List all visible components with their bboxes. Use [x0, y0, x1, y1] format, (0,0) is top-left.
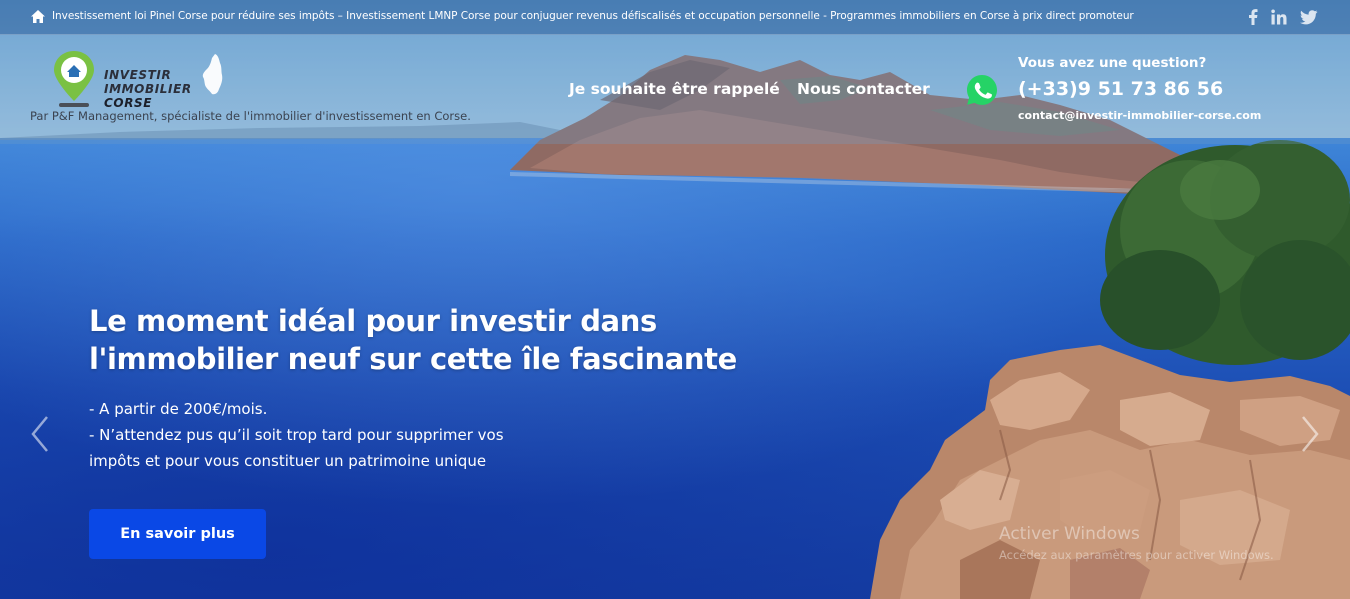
home-icon[interactable] — [30, 9, 46, 24]
hero-bullet-price: - A partir de 200€/mois. — [89, 400, 268, 418]
logo-line-1: INVESTIR — [104, 68, 172, 82]
logo-line-2: IMMOBILIER — [104, 82, 192, 96]
slider-prev-arrow-icon[interactable] — [28, 414, 52, 454]
slider-next-arrow-icon[interactable] — [1298, 414, 1322, 454]
windows-activation-subtitle: Accédez aux paramètres pour activer Wind… — [999, 548, 1274, 562]
windows-activation-title: Activer Windows — [999, 524, 1140, 544]
site-logo[interactable]: INVESTIR IMMOBILIER CORSE — [52, 49, 228, 110]
whatsapp-icon[interactable] — [966, 74, 998, 106]
top-info-bar: Investissement loi Pinel Corse pour rédu… — [0, 0, 1350, 35]
question-label: Vous avez une question? — [1018, 55, 1207, 71]
facebook-icon[interactable] — [1244, 8, 1262, 26]
twitter-icon[interactable] — [1300, 8, 1318, 26]
nav-contact-link[interactable]: Nous contacter — [797, 80, 930, 98]
topbar-text: Investissement loi Pinel Corse pour rédu… — [52, 10, 1134, 22]
hero-bullet-urgency-cont: impôts et pour vous constituer un patrim… — [89, 452, 487, 470]
nav-callback-link[interactable]: Je souhaite être rappelé — [569, 80, 780, 98]
email-link[interactable]: contact@investir-immobilier-corse.com — [1018, 109, 1261, 122]
site-header: INVESTIR IMMOBILIER CORSE Par P&F Manage… — [0, 35, 1350, 144]
phone-number-link[interactable]: (+33)9 51 73 86 56 — [1018, 78, 1223, 100]
hero-title-line-1: Le moment idéal pour investir dans — [89, 304, 657, 338]
learn-more-button[interactable]: En savoir plus — [89, 509, 266, 559]
hero-bullets: - A partir de 200€/mois. - N’attendez pu… — [89, 396, 504, 474]
hero-bullet-urgency: - N’attendez pus qu’il soit trop tard po… — [89, 426, 504, 444]
hero-title-line-2: l'immobilier neuf sur cette île fascinan… — [89, 342, 737, 376]
logo-line-3: CORSE — [104, 96, 153, 110]
linkedin-icon[interactable] — [1270, 8, 1288, 26]
header-tagline: Par P&F Management, spécialiste de l'imm… — [30, 109, 471, 123]
hero-title: Le moment idéal pour investir dans l'imm… — [89, 302, 809, 378]
